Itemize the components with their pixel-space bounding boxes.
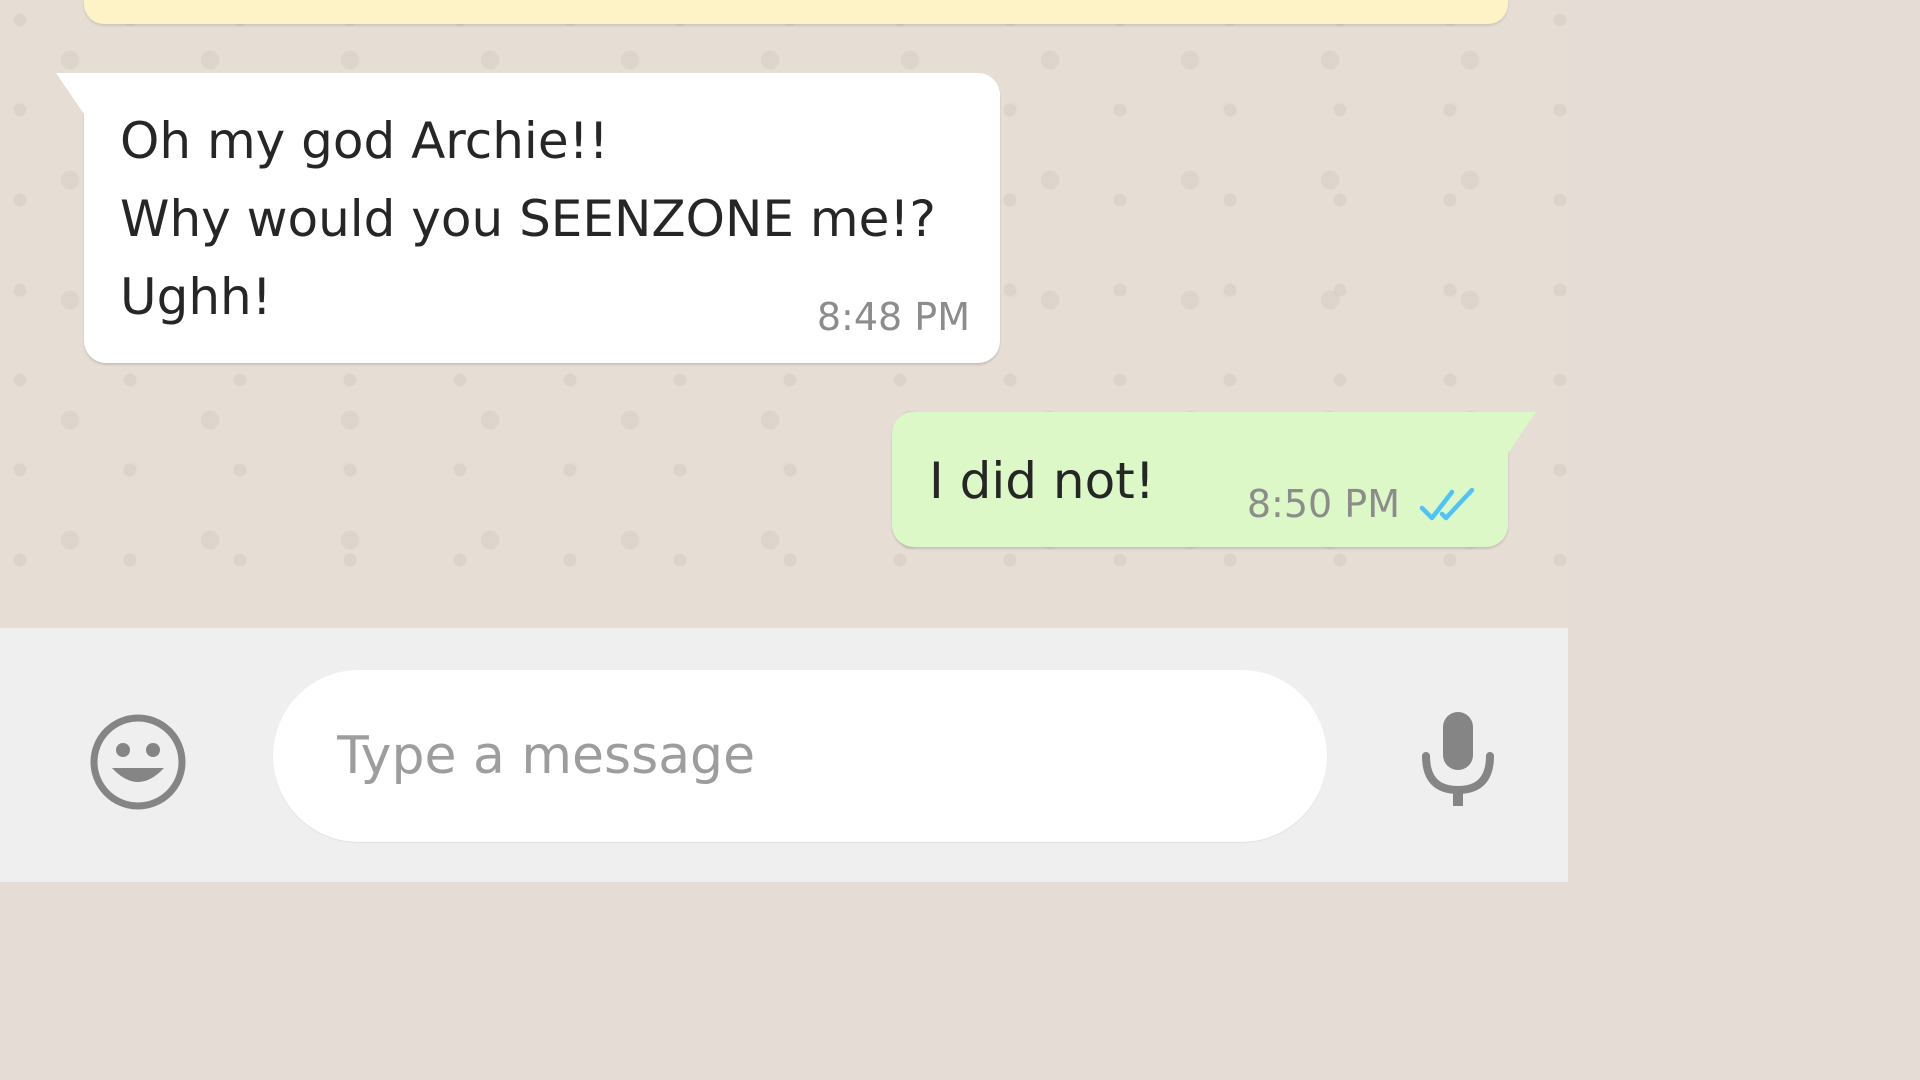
- message-composer: [0, 628, 1568, 882]
- message-text: Oh my god Archie!! Why would you SEENZON…: [120, 102, 936, 336]
- incoming-message-bubble[interactable]: Oh my god Archie!! Why would you SEENZON…: [56, 73, 1000, 363]
- voice-message-button[interactable]: [1418, 712, 1498, 808]
- smiley-icon: [90, 714, 186, 810]
- message-timestamp: 8:48 PM: [817, 295, 970, 339]
- message-input-container[interactable]: [273, 670, 1327, 842]
- message-line: Why would you SEENZONE me!?: [120, 190, 936, 248]
- pinned-notice-bubble: [84, 0, 1508, 24]
- chat-area[interactable]: Oh my god Archie!! Why would you SEENZON…: [0, 0, 1568, 628]
- message-line: Oh my god Archie!!: [120, 112, 609, 170]
- outgoing-message-bubble[interactable]: I did not! 8:50 PM: [892, 412, 1536, 547]
- emoji-button[interactable]: [88, 712, 188, 812]
- message-line: I did not!: [929, 452, 1155, 510]
- message-text: I did not!: [929, 442, 1155, 520]
- double-check-read-icon: [1419, 487, 1475, 521]
- microphone-icon: [1422, 712, 1494, 806]
- message-line: Ughh!: [120, 268, 272, 326]
- message-time: 8:48 PM: [816, 295, 970, 339]
- message-input[interactable]: [335, 710, 1259, 802]
- message-meta: 8:50 PM: [1247, 482, 1478, 526]
- message-time: 8:50 PM: [1246, 482, 1400, 526]
